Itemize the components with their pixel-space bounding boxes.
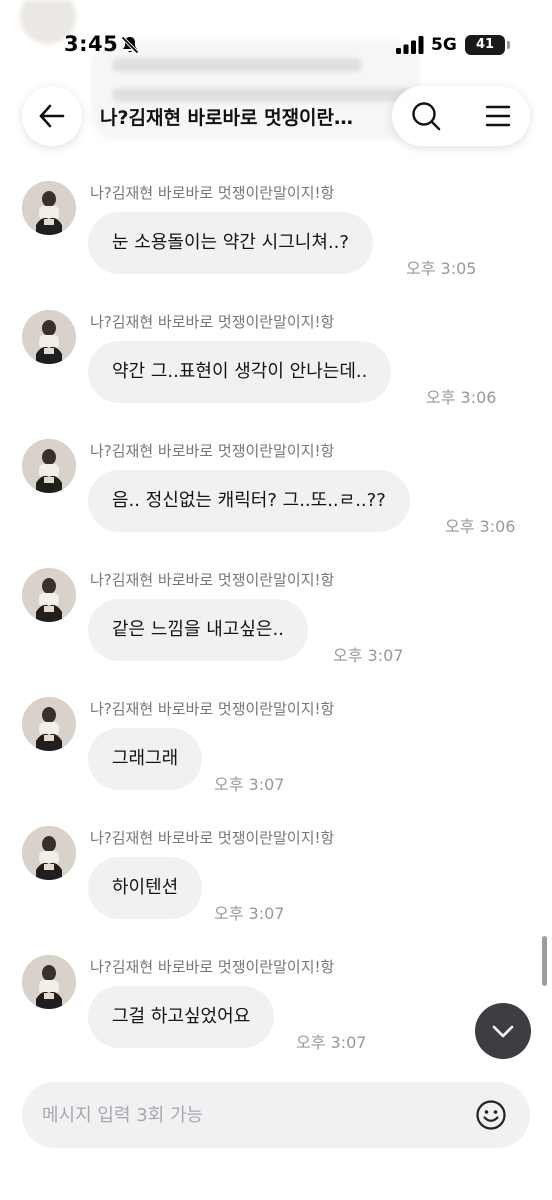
avatar[interactable] [22,439,76,493]
message-item: 나?김재현 바로바로 멋쟁이란말이지!항 그래그래 오후 3:07 [0,697,552,817]
avatar[interactable] [22,181,76,235]
scroll-to-bottom-button[interactable] [475,1003,531,1059]
search-icon [412,102,441,131]
message-bubble[interactable]: 같은 느낌을 내고싶은.. [88,599,308,661]
message-time: 오후 3:07 [333,646,404,665]
status-bar: 3:45 5G 41 [0,0,552,88]
message-bubble[interactable]: 눈 소용돌이는 약간 시그니쳐..? [88,212,373,274]
message-time: 오후 3:07 [296,1033,367,1052]
battery-icon: 41 [465,35,505,55]
sender-name: 나?김재현 바로바로 멋쟁이란말이지!항 [90,442,335,460]
message-item: 나?김재현 바로바로 멋쟁이란말이지!항 그걸 하고싶었어요 오후 3:07 [0,955,552,1075]
sender-name: 나?김재현 바로바로 멋쟁이란말이지!항 [90,571,335,589]
message-input-bar [22,1082,530,1148]
avatar[interactable] [22,955,76,1009]
avatar[interactable] [22,568,76,622]
battery-level: 41 [475,37,495,52]
message-time: 오후 3:06 [426,388,497,407]
avatar[interactable] [22,697,76,751]
sender-name: 나?김재현 바로바로 멋쟁이란말이지!항 [90,313,335,331]
message-bubble[interactable]: 하이텐션 [88,857,203,919]
avatar[interactable] [22,310,76,364]
message-time: 오후 3:07 [214,775,285,794]
message-time: 오후 3:06 [445,517,516,536]
message-item: 나?김재현 바로바로 멋쟁이란말이지!항 같은 느낌을 내고싶은.. 오후 3:… [0,568,552,688]
message-list[interactable]: 나?김재현 바로바로 멋쟁이란말이지!항 눈 소용돌이는 약간 시그니쳐..? … [0,0,552,1080]
chevron-down-icon [492,1025,514,1038]
message-time: 오후 3:07 [214,904,285,923]
message-bubble[interactable]: 그래그래 [88,728,203,790]
battery-nub [507,41,510,49]
network-type: 5G [431,35,457,55]
avatar[interactable] [22,826,76,880]
chat-title: 나?김재현 바로바로 멋쟁이란말이지!항 [100,107,370,129]
status-time: 3:45 [64,32,119,56]
message-input[interactable] [42,1082,462,1148]
message-time: 오후 3:05 [406,259,477,278]
search-button[interactable] [406,96,446,136]
hamburger-menu-icon [485,105,511,127]
back-button[interactable] [22,86,82,146]
message-item: 나?김재현 바로바로 멋쟁이란말이지!항 눈 소용돌이는 약간 시그니쳐..? … [0,181,552,301]
message-bubble[interactable]: 그걸 하고싶었어요 [88,986,275,1048]
message-item: 나?김재현 바로바로 멋쟁이란말이지!항 하이텐션 오후 3:07 [0,826,552,946]
sender-name: 나?김재현 바로바로 멋쟁이란말이지!항 [90,958,335,976]
message-bubble[interactable]: 약간 그..표현이 생각이 안나는데.. [88,341,392,403]
arrow-left-icon [39,104,65,128]
message-item: 나?김재현 바로바로 멋쟁이란말이지!항 약간 그..표현이 생각이 안나는데.… [0,310,552,430]
scrollbar-thumb[interactable] [542,936,547,986]
message-item: 나?김재현 바로바로 멋쟁이란말이지!항 음.. 정신없는 캐릭터? 그..또.… [0,439,552,559]
emoji-button[interactable] [475,1099,507,1131]
sender-name: 나?김재현 바로바로 멋쟁이란말이지!항 [90,700,335,718]
menu-button[interactable] [478,96,518,136]
signal-icon [396,36,424,54]
bell-off-icon [121,36,139,54]
message-bubble[interactable]: 음.. 정신없는 캐릭터? 그..또..ㄹ..?? [88,470,410,532]
sender-name: 나?김재현 바로바로 멋쟁이란말이지!항 [90,184,335,202]
sender-name: 나?김재현 바로바로 멋쟁이란말이지!항 [90,829,335,847]
header-actions [392,86,530,146]
smiley-icon [476,1100,506,1130]
